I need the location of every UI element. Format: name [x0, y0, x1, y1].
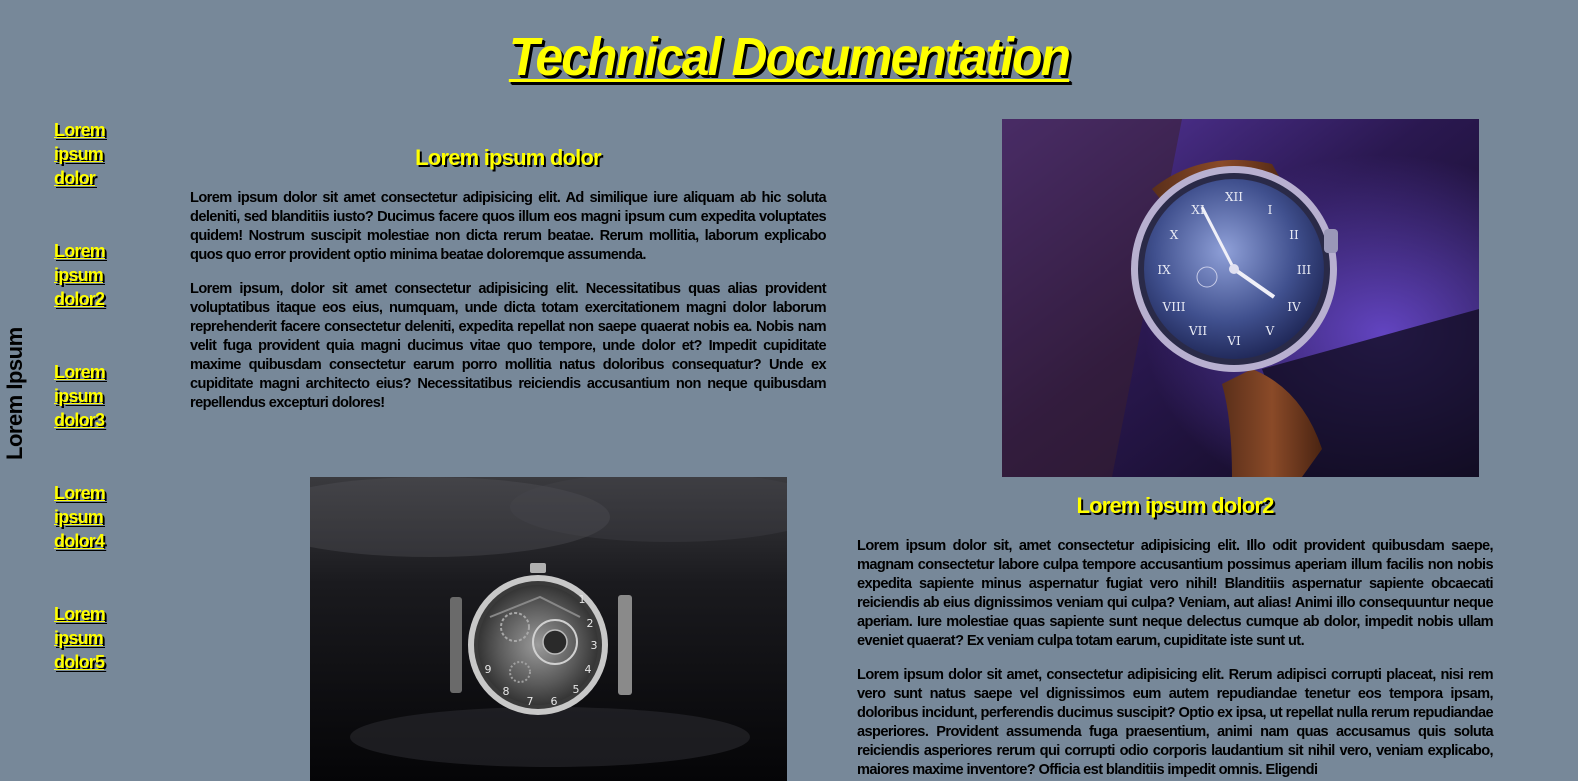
section-1-paragraph-2: Lorem ipsum, dolor sit amet consectetur … — [190, 281, 827, 411]
svg-text:3: 3 — [591, 639, 598, 652]
svg-text:XII: XII — [1225, 190, 1243, 204]
svg-text:I: I — [1268, 203, 1273, 217]
section-2-paragraph-1: Lorem ipsum dolor sit, amet consectetur … — [857, 538, 1494, 649]
svg-text:V: V — [1265, 324, 1275, 338]
watch-photo-skeleton: 1 2 3 4 5 6 7 8 9 — [310, 477, 787, 781]
section-1-title: Lorem ipsum dolor — [415, 145, 601, 170]
section-1-paragraph-1: Lorem ipsum dolor sit amet consectetur a… — [190, 190, 827, 263]
svg-text:VII: VII — [1188, 324, 1207, 338]
svg-text:IV: IV — [1287, 300, 1301, 314]
svg-text:4: 4 — [585, 663, 592, 676]
page: Technical Documentation Lorem Ipsum Lore… — [0, 0, 1578, 781]
nav-link-2[interactable]: Lorem ipsum dolor2 — [54, 239, 124, 311]
svg-text:9: 9 — [485, 663, 492, 676]
svg-text:6: 6 — [551, 695, 558, 708]
svg-text:VI: VI — [1226, 334, 1241, 348]
nav-link-3[interactable]: Lorem ipsum dolor3 — [54, 360, 124, 432]
svg-text:5: 5 — [573, 683, 580, 696]
svg-text:7: 7 — [527, 695, 534, 708]
sidebar-nav: Lorem ipsum dolor Lorem ipsum dolor2 Lor… — [54, 118, 124, 723]
nav-link-4[interactable]: Lorem ipsum dolor4 — [54, 481, 124, 553]
sidebar-vertical-label: Lorem Ipsum — [2, 327, 27, 460]
svg-text:1: 1 — [579, 593, 586, 606]
page-title: Technical Documentation — [508, 27, 1071, 87]
nav-link-5[interactable]: Lorem ipsum dolor5 — [54, 602, 124, 674]
svg-text:III: III — [1297, 263, 1311, 277]
nav-link-1[interactable]: Lorem ipsum dolor — [54, 118, 124, 190]
section-2-paragraph-2: Lorem ipsum dolor sit amet, consectetur … — [857, 667, 1494, 778]
svg-text:8: 8 — [503, 685, 510, 698]
svg-text:VIII: VIII — [1162, 300, 1186, 314]
svg-text:X: X — [1170, 228, 1179, 242]
section-2-title: Lorem ipsum dolor2 — [1076, 493, 1274, 518]
svg-text:2: 2 — [587, 617, 594, 630]
watch-photo-purple: XII III VI IX I II IV V VII VIII X XI — [1002, 119, 1479, 477]
svg-text:IX: IX — [1157, 263, 1171, 277]
svg-text:II: II — [1289, 228, 1299, 242]
